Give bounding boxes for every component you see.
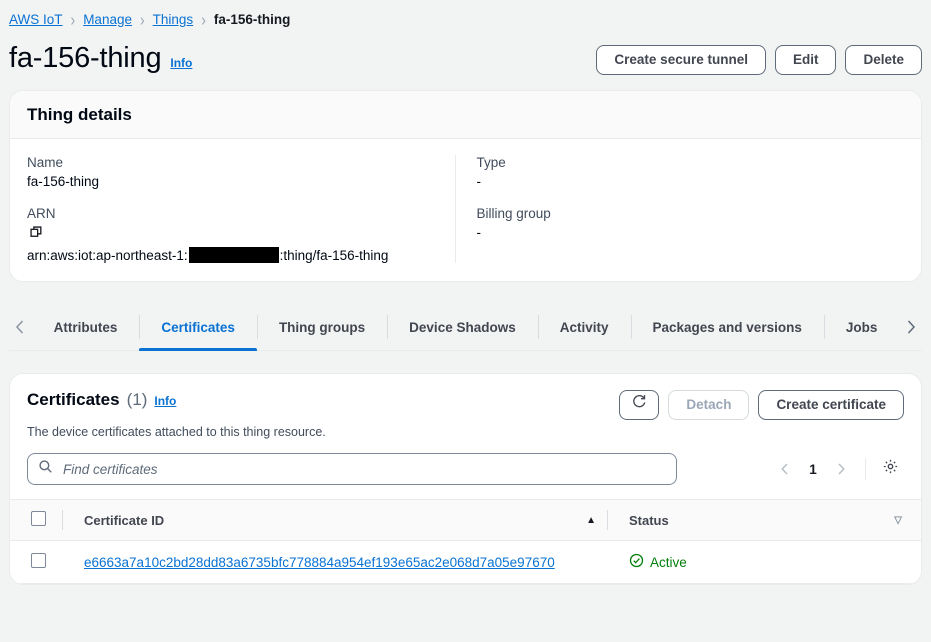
create-secure-tunnel-button[interactable]: Create secure tunnel	[596, 45, 766, 75]
certificates-title-group: Certificates (1) Info	[27, 390, 176, 410]
name-value: fa-156-thing	[27, 174, 100, 189]
certificate-id-link[interactable]: e6663a7a10c2bd28dd83a6735bfc778884a954ef…	[62, 555, 555, 570]
detach-button[interactable]: Detach	[668, 390, 750, 420]
certificates-table: Certificate ID ▲ Status ▽ e6663a7a10c2bd…	[10, 499, 921, 584]
type-value: -	[476, 174, 482, 189]
refresh-icon	[631, 391, 647, 419]
breadcrumb-item-current: fa-156-thing	[213, 11, 291, 27]
page-title-group: fa-156-thing Info	[9, 40, 192, 76]
tab-label: Jobs	[845, 319, 878, 335]
page-title: fa-156-thing	[9, 42, 162, 74]
tab-bar: Attributes Certificates Thing groups Dev…	[9, 304, 922, 351]
breadcrumb-separator: ›	[139, 9, 145, 29]
tab-label: Thing groups	[278, 319, 366, 335]
aws-iot-thing-detail-page: AWS IoT › Manage › Things › fa-156-thing…	[0, 0, 931, 642]
certificates-header: Certificates (1) Info Detach Create cert…	[10, 374, 921, 420]
thing-details-card: Thing details Name fa-156-thing ARN arn:…	[9, 90, 922, 282]
breadcrumb-separator: ›	[70, 9, 76, 29]
thing-details-header: Thing details	[10, 91, 921, 139]
tab-thing-groups[interactable]: Thing groups	[256, 304, 387, 350]
create-certificate-button[interactable]: Create certificate	[758, 390, 904, 420]
table-row: e6663a7a10c2bd28dd83a6735bfc778884a954ef…	[10, 540, 921, 584]
tab-certificates[interactable]: Certificates	[139, 304, 257, 351]
table-preferences-button[interactable]	[876, 455, 904, 483]
sort-descending-icon: ▽	[894, 514, 902, 526]
tabs-scroll-left-icon[interactable]	[9, 304, 32, 350]
select-all-header	[10, 499, 62, 541]
tab-attributes[interactable]: Attributes	[32, 304, 140, 350]
certificates-actions: Detach Create certificate	[619, 390, 904, 420]
search-icon	[38, 459, 53, 479]
row-checkbox[interactable]	[31, 553, 46, 568]
column-header-status[interactable]: Status ▽	[607, 499, 921, 541]
column-label-status: Status	[629, 512, 669, 528]
arn-suffix: :thing/fa-156-thing	[279, 247, 389, 263]
certificates-description: The device certificates attached to this…	[27, 425, 326, 439]
gear-icon	[882, 458, 899, 480]
page-info-link[interactable]: Info	[170, 56, 192, 70]
breadcrumb-item-things[interactable]: Things	[153, 12, 194, 27]
certificates-table-body: e6663a7a10c2bd28dd83a6735bfc778884a954ef…	[10, 540, 921, 584]
row-select-cell	[10, 540, 62, 584]
certificates-card: Certificates (1) Info Detach Create cert…	[9, 373, 922, 585]
column-header-certificate-id[interactable]: Certificate ID ▲	[62, 499, 607, 541]
delete-button[interactable]: Delete	[845, 45, 922, 75]
status-badge: Active	[650, 554, 687, 570]
tab-label: Device Shadows	[409, 319, 516, 335]
refresh-button[interactable]	[619, 390, 660, 420]
status-success-icon	[629, 553, 644, 571]
thing-details-right-column: Type - Billing group -	[454, 155, 905, 263]
tab-activity[interactable]: Activity	[537, 304, 631, 350]
copy-icon[interactable]	[29, 225, 437, 245]
certificates-filter-row: 1	[10, 439, 921, 499]
tab-jobs[interactable]: Jobs	[823, 304, 900, 350]
edit-button[interactable]: Edit	[774, 45, 837, 75]
pagination-prev-icon[interactable]	[771, 455, 799, 483]
certificates-info-link[interactable]: Info	[154, 394, 176, 408]
select-all-checkbox[interactable]	[31, 511, 46, 526]
table-header-row: Certificate ID ▲ Status ▽	[10, 499, 921, 541]
thing-details-left-column: Name fa-156-thing ARN arn:aws:iot:ap-nor…	[27, 155, 455, 263]
billing-group-label: Billing group	[476, 206, 551, 221]
sort-ascending-icon: ▲	[586, 514, 596, 526]
pagination: 1	[771, 455, 904, 483]
page-actions: Create secure tunnel Edit Delete	[596, 40, 922, 75]
tabs-scroll-right-icon[interactable]	[899, 304, 922, 350]
certificates-table-head: Certificate ID ▲ Status ▽	[10, 499, 921, 541]
search-input[interactable]	[61, 460, 666, 478]
breadcrumb-item-manage[interactable]: Manage	[83, 12, 132, 27]
search-certificates-box[interactable]	[27, 453, 677, 485]
pagination-page-1[interactable]: 1	[801, 455, 825, 483]
certificates-title: Certificates	[27, 390, 120, 409]
tab-list: Attributes Certificates Thing groups Dev…	[32, 304, 900, 351]
certificates-count: (1)	[126, 390, 148, 409]
tab-packages-and-versions[interactable]: Packages and versions	[630, 304, 824, 350]
billing-group-value: -	[476, 225, 482, 240]
name-label: Name	[27, 155, 64, 170]
type-label: Type	[476, 155, 506, 170]
tab-label: Packages and versions	[652, 319, 802, 335]
tab-label: Activity	[559, 319, 609, 335]
certificate-id-cell: e6663a7a10c2bd28dd83a6735bfc778884a954ef…	[62, 540, 607, 584]
arn-redaction-bar	[188, 247, 279, 263]
arn-prefix: arn:aws:iot:ap-northeast-1:	[27, 247, 188, 263]
arn-value: arn:aws:iot:ap-northeast-1: :thing/fa-15…	[27, 247, 437, 263]
status-cell: Active	[607, 540, 921, 584]
thing-details-body: Name fa-156-thing ARN arn:aws:iot:ap-nor…	[10, 139, 921, 281]
arn-label: ARN	[27, 206, 56, 221]
breadcrumb: AWS IoT › Manage › Things › fa-156-thing	[0, 0, 931, 30]
tab-label: Attributes	[53, 319, 118, 335]
breadcrumb-separator: ›	[201, 9, 206, 29]
breadcrumb-item-aws-iot[interactable]: AWS IoT	[9, 12, 63, 27]
page-header: fa-156-thing Info Create secure tunnel E…	[0, 30, 931, 76]
thing-details-title: Thing details	[27, 105, 132, 124]
tab-device-shadows[interactable]: Device Shadows	[387, 304, 538, 350]
pagination-divider	[865, 458, 866, 480]
tab-label: Certificates	[161, 319, 235, 335]
column-label-certificate-id: Certificate ID	[84, 512, 165, 528]
pagination-next-icon[interactable]	[827, 455, 855, 483]
